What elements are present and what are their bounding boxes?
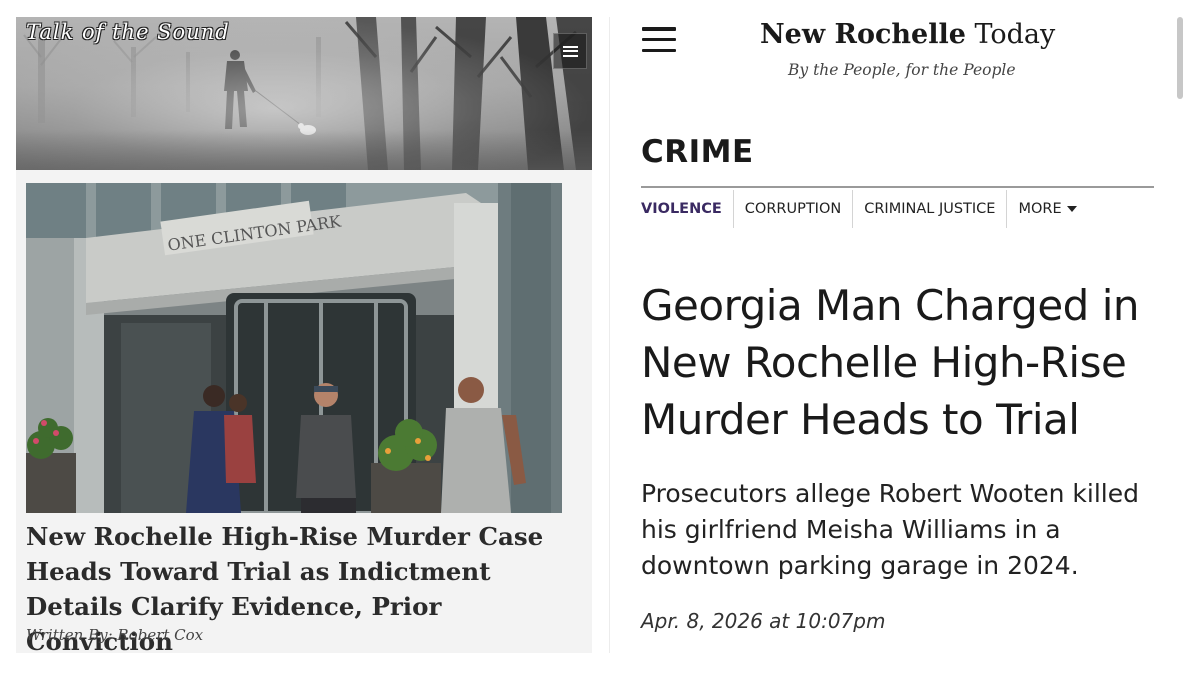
article-byline: Written By: Robert Cox — [26, 626, 204, 644]
site-banner[interactable]: Talk of the Sound — [16, 17, 592, 170]
site-brand[interactable]: New Rochelle Today — [760, 19, 1055, 50]
subnav-item-corruption[interactable]: CORRUPTION — [732, 190, 852, 228]
section-divider — [641, 186, 1154, 188]
article-date: Apr. 8, 2026 at 10:07pm — [641, 609, 886, 633]
new-rochelle-today-page: New Rochelle Today By the People, for th… — [609, 17, 1184, 653]
caret-down-icon — [1066, 206, 1077, 212]
site-tagline: By the People, for the People — [788, 61, 1016, 79]
article-photo-building-entrance[interactable]: ONE CLINTON PARK — [26, 183, 562, 513]
subnav-more-label: MORE — [1018, 201, 1062, 217]
section-title: CRIME — [641, 134, 754, 170]
section-subnav: VIOLENCE CORRUPTION CRIMINAL JUSTICE MOR… — [641, 190, 1088, 228]
ground-shadow — [16, 130, 592, 170]
site-title[interactable]: Talk of the Sound — [26, 20, 230, 44]
scrollbar-thumb[interactable] — [1177, 17, 1183, 99]
hamburger-menu-icon — [562, 45, 578, 57]
hamburger-menu-icon[interactable] — [642, 27, 676, 52]
brand-name-light: Today — [974, 19, 1056, 50]
talk-of-the-sound-page: Talk of the Sound ONE CLINTON PARK New R… — [16, 17, 592, 653]
brand-name-bold: New Rochelle — [760, 19, 966, 50]
subnav-item-violence[interactable]: VIOLENCE — [641, 190, 733, 228]
building-entrance-photo: ONE CLINTON PARK — [26, 183, 562, 513]
subnav-item-criminal-justice[interactable]: CRIMINAL JUSTICE — [852, 190, 1006, 228]
article-headline[interactable]: Georgia Man Charged in New Rochelle High… — [641, 277, 1171, 448]
subnav-item-more[interactable]: MORE — [1006, 190, 1087, 228]
article-dek: Prosecutors allege Robert Wooten killed … — [641, 479, 1139, 580]
menu-button[interactable] — [553, 33, 587, 69]
